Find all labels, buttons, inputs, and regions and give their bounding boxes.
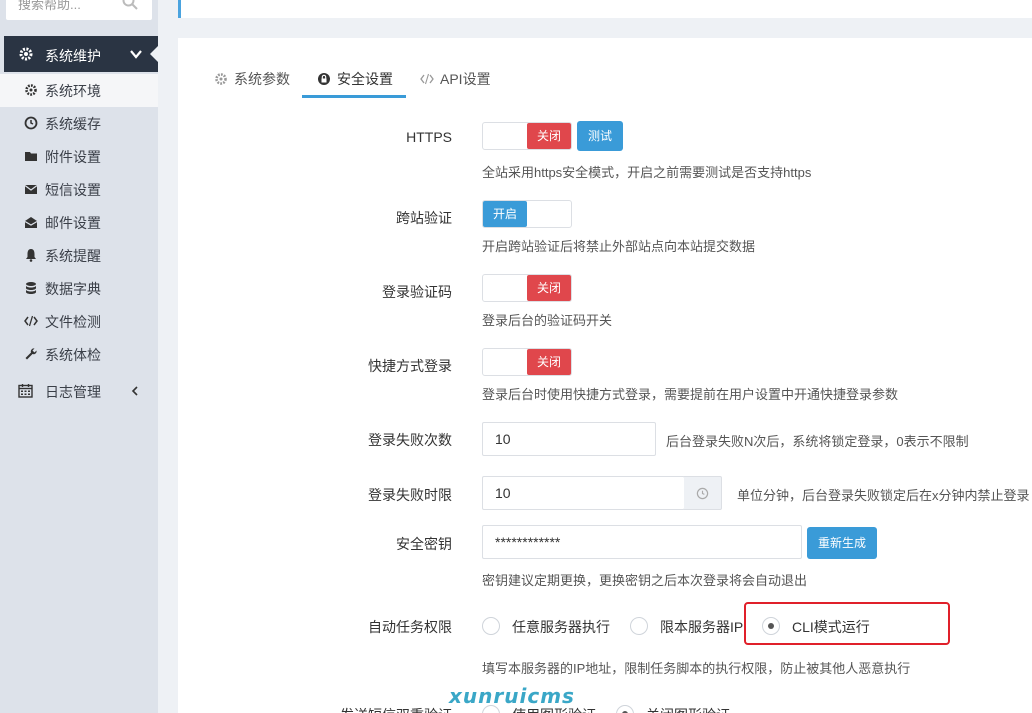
tab-api[interactable]: API设置: [420, 60, 491, 98]
sidebar-item-attachment[interactable]: 附件设置: [0, 140, 158, 173]
fail-time-input[interactable]: 10: [482, 476, 685, 510]
search-icon[interactable]: [122, 0, 138, 10]
calendar-icon: [18, 384, 33, 398]
secret-key-help: 密钥建议定期更换，更换密钥之后本次登录将会自动退出: [482, 573, 808, 588]
wrench-icon: [25, 348, 37, 360]
sidebar-item-email[interactable]: 邮件设置: [0, 206, 158, 239]
tab-label: API设置: [440, 71, 491, 87]
gear-icon: [19, 47, 33, 61]
radio-any-server[interactable]: [482, 617, 500, 635]
sidebar-item-sms[interactable]: 短信设置: [0, 173, 158, 206]
breadcrumb-bar: [178, 0, 1032, 18]
sidebar-item-system-cache[interactable]: 系统缓存: [0, 107, 158, 140]
csrf-help: 开启跨站验证后将禁止外部站点向本站提交数据: [482, 239, 756, 254]
tab-label: 系统参数: [234, 71, 290, 87]
open-envelope-icon: [24, 217, 38, 228]
sidebar-group-system-maintenance[interactable]: 系统维护: [4, 36, 158, 72]
active-tab-indicator: [302, 95, 406, 98]
quick-login-switch[interactable]: 关闭: [482, 348, 572, 376]
https-help: 全站采用https安全模式，开启之前需要测试是否支持https: [482, 165, 812, 180]
lock-icon: [318, 73, 330, 85]
switch-state: 开启: [483, 201, 527, 227]
bell-icon: [26, 249, 36, 262]
captcha-help: 登录后台的验证码开关: [482, 313, 613, 328]
sidebar-item-label: 附件设置: [45, 149, 101, 165]
radio-label: 任意服务器执行: [512, 619, 610, 635]
search-input[interactable]: 搜索帮助...: [6, 0, 152, 20]
sidebar-item-system-env[interactable]: 系统环境: [0, 74, 158, 107]
highlight-box: [744, 602, 950, 645]
sidebar-item-reminder[interactable]: 系统提醒: [0, 239, 158, 272]
search-placeholder: 搜索帮助...: [18, 0, 81, 12]
sidebar-group-log[interactable]: 日志管理: [0, 374, 158, 408]
gear-icon: [215, 73, 227, 85]
chevron-down-icon: [130, 50, 142, 59]
fail-count-label: 登录失败次数: [368, 432, 452, 448]
switch-state: 关闭: [527, 349, 571, 375]
radio-server-ip[interactable]: [630, 617, 648, 635]
tab-system-params[interactable]: 系统参数: [214, 60, 290, 98]
sidebar-item-label: 邮件设置: [45, 215, 101, 231]
sms-label: 发送短信双重验证: [340, 705, 452, 713]
clock-icon: [24, 116, 38, 130]
secret-key-label: 安全密钥: [396, 536, 452, 552]
sidebar-item-label: 短信设置: [45, 182, 101, 198]
quick-login-label: 快捷方式登录: [368, 358, 452, 374]
fail-time-help: 单位分钟，后台登录失败锁定后在x分钟内禁止登录: [737, 488, 1030, 503]
test-button[interactable]: 测试: [577, 121, 623, 151]
sidebar-item-label: 系统环境: [45, 83, 101, 99]
sidebar-group-label: 日志管理: [45, 384, 101, 400]
tab-security[interactable]: 安全设置: [317, 60, 393, 98]
sidebar-item-file-check[interactable]: 文件检测: [0, 305, 158, 338]
radio-label: 限本服务器IP: [660, 619, 744, 635]
database-icon: [26, 282, 36, 294]
watermark: xunruicms: [449, 684, 575, 708]
clock-icon: [696, 487, 709, 500]
radio-label: 关闭图形验证: [646, 705, 730, 713]
tab-label: 安全设置: [337, 71, 393, 87]
csrf-label: 跨站验证: [396, 210, 452, 226]
fail-count-help: 后台登录失败N次后，系统将锁定登录，0表示不限制: [666, 434, 969, 449]
captcha-label: 登录验证码: [382, 284, 452, 300]
sidebar-item-label: 系统体检: [45, 347, 101, 363]
fail-time-addon: [684, 476, 722, 510]
fail-time-label: 登录失败时限: [368, 487, 452, 503]
chevron-left-icon: [131, 386, 138, 396]
quick-login-help: 登录后台时使用快捷方式登录，需要提前在用户设置中开通快捷登录参数: [482, 387, 899, 402]
code-icon: [420, 73, 434, 85]
switch-state: 关闭: [527, 275, 571, 301]
cron-label: 自动任务权限: [368, 619, 452, 635]
sidebar-item-health-check[interactable]: 系统体检: [0, 338, 158, 371]
regenerate-button[interactable]: 重新生成: [807, 527, 877, 559]
sidebar: 搜索帮助... 系统维护 系统环境 系统缓存 附件设置 短信设置 邮件设置 系统…: [0, 0, 158, 713]
https-label: HTTPS: [406, 129, 452, 145]
code-icon: [24, 315, 38, 327]
sidebar-item-label: 数据字典: [45, 281, 101, 297]
https-switch[interactable]: 关闭: [482, 122, 572, 150]
sidebar-group-label: 系统维护: [45, 48, 101, 64]
fail-count-input[interactable]: 10: [482, 422, 656, 456]
sidebar-item-label: 系统提醒: [45, 248, 101, 264]
sidebar-item-dictionary[interactable]: 数据字典: [0, 272, 158, 305]
gear-icon: [25, 84, 37, 96]
cron-help: 填写本服务器的IP地址，限制任务脚本的执行权限，防止被其他人恶意执行: [482, 661, 911, 676]
envelope-icon: [24, 185, 38, 194]
active-notch: [150, 46, 158, 62]
sidebar-item-label: 文件检测: [45, 314, 101, 330]
secret-key-input[interactable]: ************: [482, 525, 802, 559]
folder-icon: [25, 152, 37, 161]
switch-state: 关闭: [527, 123, 571, 149]
csrf-switch[interactable]: 开启: [482, 200, 572, 228]
captcha-switch[interactable]: 关闭: [482, 274, 572, 302]
sidebar-item-label: 系统缓存: [45, 116, 101, 132]
